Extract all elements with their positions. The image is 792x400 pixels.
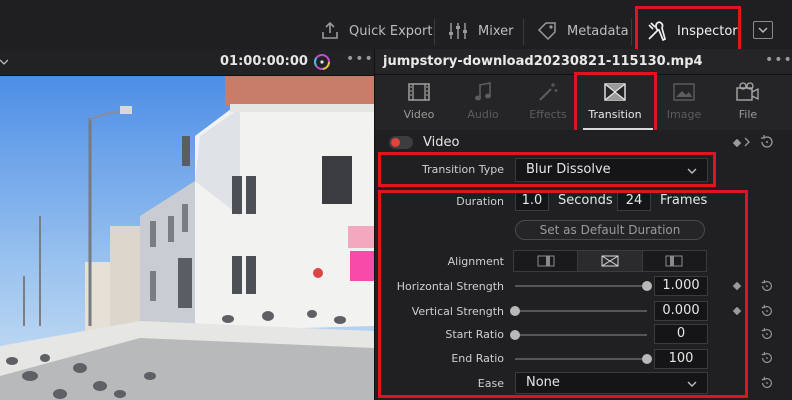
slider-track [515,310,647,312]
file-reel-icon [736,82,759,101]
end-ratio-input[interactable]: 100 [654,349,708,369]
toolbar-divider [631,19,632,45]
duration-seconds-input[interactable]: 1.0 [515,191,549,211]
start-ratio-label: Start Ratio [445,328,504,341]
timecode-display: 01:00:00:00 [220,54,308,69]
horizontal-strength-label: Horizontal Strength [396,280,504,293]
set-default-duration-label: Set as Default Duration [539,223,681,237]
mixer-icon [449,23,467,39]
ease-dropdown[interactable]: None [515,372,708,394]
quick-export-label: Quick Export [349,23,433,39]
music-note-icon [475,82,491,101]
tab-audio[interactable]: Audio [448,80,518,121]
reset-icon[interactable] [760,327,774,341]
workspace-dropdown-button[interactable] [753,21,773,39]
section-title: Video [423,135,460,150]
image-icon [673,83,695,101]
inspector-label: Inspector [677,23,738,39]
metadata-label: Metadata [567,23,629,39]
slider-knob[interactable] [510,306,520,316]
tab-video[interactable]: Video [384,80,454,121]
tab-label: Video [403,108,435,121]
align-end-option[interactable] [643,251,706,271]
reset-icon[interactable] [759,134,775,150]
inspector-options-icon[interactable]: ••• [765,52,792,68]
end-ratio-label: End Ratio [451,352,504,365]
transition-type-label: Transition Type [422,163,504,176]
metadata-button[interactable]: Metadata [536,14,629,48]
chevron-right-icon[interactable] [743,137,751,147]
chevron-down-icon [758,27,768,33]
duration-frames-input[interactable]: 24 [617,191,651,211]
vertical-strength-label: Vertical Strength [411,305,504,318]
inspector-tools-icon [648,21,667,42]
tab-transition[interactable]: Transition [580,80,650,121]
divider [375,74,792,75]
slider-knob[interactable] [510,330,520,340]
reset-icon[interactable] [760,376,774,390]
slider-track [515,285,647,287]
metadata-tag-icon [537,22,556,41]
duration-label: Duration [456,195,504,208]
transition-type-value: Blur Dissolve [526,162,611,177]
clip-name: jumpstory-download20230821-115130.mp4 [383,54,703,69]
toolbar-divider [523,19,524,45]
alignment-segmented-control [513,250,707,272]
align-center-option[interactable] [578,251,643,271]
reset-icon[interactable] [760,351,774,365]
viewer-options-icon[interactable]: ••• [346,51,374,67]
ease-label: Ease [477,377,504,390]
video-toggle[interactable] [389,136,413,149]
chevron-down-icon[interactable] [0,58,8,66]
reset-icon[interactable] [760,304,774,318]
tab-label: Effects [529,108,567,121]
reset-icon[interactable] [760,279,774,293]
horizontal-strength-input[interactable]: 1.000 [654,276,708,296]
seconds-label: Seconds [558,193,613,208]
viewer-header: 01:00:00:00 ••• [0,49,374,76]
slider-knob[interactable] [642,354,652,364]
tab-effects[interactable]: Effects [513,80,583,121]
quick-export-button[interactable]: Quick Export [320,14,432,48]
vertical-strength-input[interactable]: 0.000 [654,301,708,321]
mixer-label: Mixer [478,23,514,39]
magic-wand-icon [539,83,558,101]
tab-label: Transition [588,108,642,121]
alignment-label: Alignment [447,255,504,268]
chevron-down-icon [687,381,697,387]
tab-image[interactable]: Image [649,80,719,121]
align-start-icon [537,255,555,267]
transition-icon [604,83,626,101]
chevron-down-icon [687,168,697,174]
set-default-duration-button[interactable]: Set as Default Duration [515,220,705,240]
toolbar-divider [434,19,435,45]
mixer-button[interactable]: Mixer [447,14,513,48]
start-ratio-input[interactable]: 0 [654,324,708,344]
toggle-on-indicator [391,138,400,147]
align-center-icon [601,255,619,267]
color-scope-icon[interactable] [312,52,332,72]
top-toolbar: Quick Export Mixer Metadata Inspector [0,0,792,56]
tab-label: Image [666,108,702,121]
slider-track [515,358,647,360]
video-viewer-frame [0,76,374,400]
frames-label: Frames [660,193,708,208]
tab-file[interactable]: File [713,80,783,121]
transition-type-dropdown[interactable]: Blur Dissolve [515,158,708,182]
inspector-button[interactable]: Inspector [646,14,738,48]
export-icon [322,21,338,39]
align-end-icon [665,255,683,267]
slider-knob[interactable] [642,281,652,291]
video-frame-image [0,76,374,400]
align-start-option[interactable] [514,251,579,271]
ease-value: None [526,375,560,390]
tab-label: Audio [467,108,499,121]
tab-label: File [738,108,758,121]
slider-track [515,334,647,336]
film-icon [408,83,430,101]
